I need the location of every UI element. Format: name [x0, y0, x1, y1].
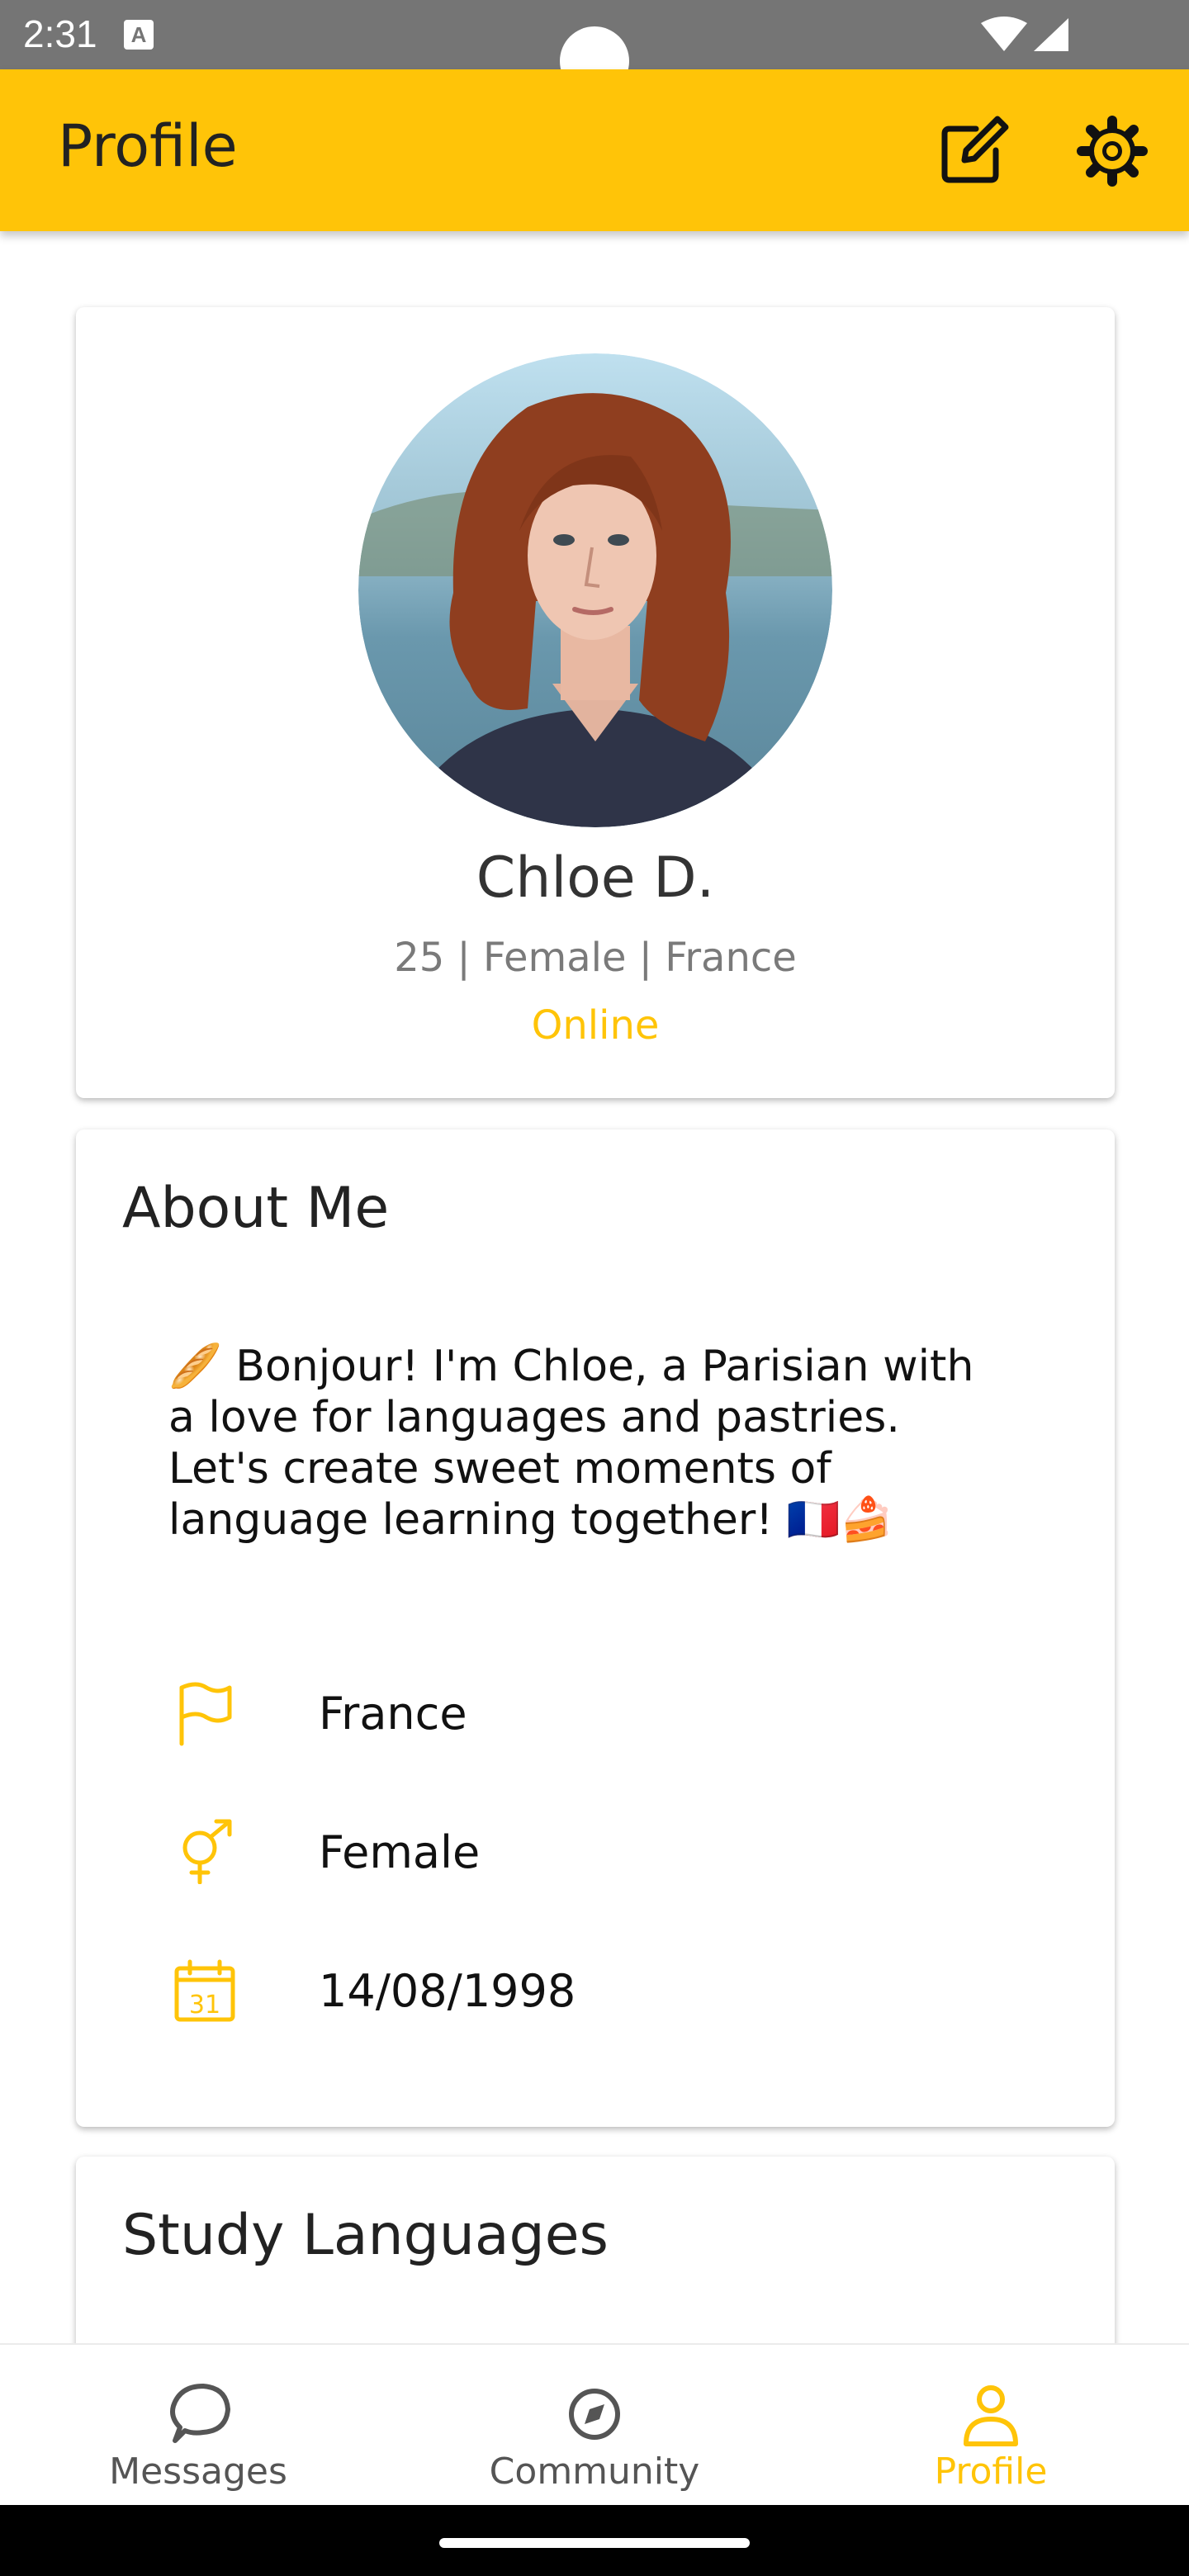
detail-gender: Female — [319, 1826, 481, 1878]
status-time: 2:31 — [23, 12, 97, 55]
bottom-navigation: Messages Community Profile — [0, 2343, 1189, 2507]
home-indicator[interactable] — [439, 2538, 750, 2548]
profile-meta: 25 | Female | France — [394, 935, 797, 981]
study-languages-title: Study Languages — [122, 2203, 609, 2268]
profile-name: Chloe D. — [476, 845, 715, 911]
signal-icon — [1034, 18, 1068, 51]
nav-messages[interactable]: Messages — [0, 2345, 396, 2507]
nav-profile[interactable]: Profile — [793, 2345, 1189, 2507]
calendar-icon: 31 — [174, 1959, 235, 2022]
profile-card: Chloe D. 25 | Female | France Online — [76, 307, 1115, 1098]
detail-country: France — [319, 1688, 467, 1740]
nav-label-community: Community — [489, 2451, 700, 2493]
about-title: About Me — [122, 1176, 390, 1241]
calendar-day: 31 — [189, 1991, 220, 2020]
flag-icon — [179, 1682, 232, 1746]
status-bar: 2:31 A — [0, 0, 1189, 96]
nav-label-profile: Profile — [934, 2451, 1048, 2493]
online-status: Online — [531, 1002, 660, 1049]
person-icon — [964, 2385, 1018, 2446]
app-bar: Profile — [0, 69, 1189, 231]
nav-community[interactable]: Community — [396, 2345, 793, 2507]
nav-label-messages: Messages — [109, 2451, 287, 2493]
page-title: Profile — [58, 112, 238, 180]
avatar[interactable] — [358, 353, 832, 827]
about-card: About Me 🥖 Bonjour! I'm Chloe, a Parisia… — [76, 1129, 1115, 2127]
compass-icon — [569, 2389, 620, 2440]
detail-birthdate: 14/08/1998 — [319, 1965, 576, 2017]
edit-icon[interactable] — [936, 114, 1011, 188]
system-navigation-bar — [0, 2505, 1189, 2576]
wifi-icon — [981, 17, 1027, 51]
gear-icon[interactable] — [1075, 114, 1149, 188]
bio-text: 🥖 Bonjour! I'm Chloe, a Parisian with a … — [168, 1342, 974, 1545]
messages-icon — [170, 2384, 230, 2443]
gender-icon — [182, 1819, 232, 1884]
notification-icon: A — [124, 20, 154, 50]
